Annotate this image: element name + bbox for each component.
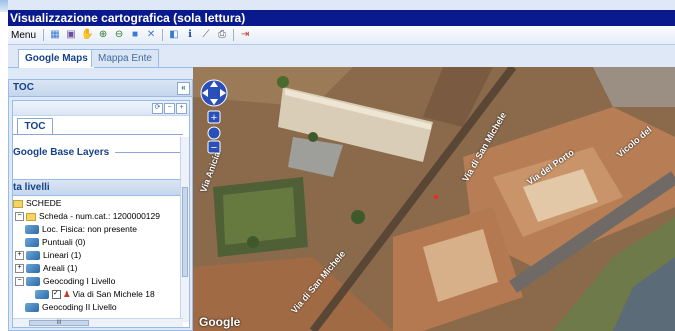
tree-node[interactable]: + Areali (1)	[13, 262, 183, 275]
zoom-in-icon[interactable]: ⊕	[97, 29, 109, 41]
inner-toolbar: ⟳ − +	[13, 101, 189, 116]
aerial-imagery	[193, 67, 675, 331]
tools-icon[interactable]: ✕	[145, 29, 157, 41]
expand-icon[interactable]: +	[15, 264, 24, 273]
toc-panel: TOC « ⟳ − + TOC Google Base Layers ta li…	[8, 79, 193, 331]
layer-list-header: ta livelli	[13, 179, 183, 196]
base-layers-heading[interactable]: Google Base Layers	[13, 147, 183, 158]
print-icon[interactable]: ⎙	[216, 29, 228, 41]
tree-node-label: Loc. Fisica: non presente	[42, 224, 137, 234]
toolbar-separator	[162, 29, 164, 41]
layer-checkbox[interactable]: ✓	[52, 290, 61, 299]
expand-icon[interactable]: +	[15, 251, 24, 260]
hand-pan-icon[interactable]: ✋	[81, 29, 93, 41]
map-navigation: + −	[199, 75, 229, 155]
layer-icon	[26, 277, 40, 286]
full-extent-icon[interactable]: ■	[129, 29, 141, 41]
add-icon[interactable]: +	[176, 103, 187, 114]
map-view[interactable]: + − Via di San Michele Via del Porto Vic…	[193, 67, 675, 331]
tree-node-label: SCHEDE	[26, 198, 62, 208]
collapse-icon[interactable]: −	[15, 212, 24, 221]
tree-node[interactable]: Loc. Fisica: non presente	[13, 223, 183, 236]
refresh-icon[interactable]: ⟳	[152, 103, 163, 114]
tree-node[interactable]: Geocoding II Livello	[13, 301, 183, 314]
tree-node-label: Puntuali (0)	[42, 237, 86, 247]
tab-mappa-ente[interactable]: Mappa Ente	[91, 49, 159, 67]
exit-icon[interactable]: ⇥	[239, 29, 251, 41]
tree-node-label: Areali (1)	[43, 263, 78, 273]
layer-icon	[26, 251, 40, 260]
tree-node-label: Via di San Michele 18	[72, 289, 155, 299]
svg-text:+: +	[211, 112, 217, 124]
tab-toc[interactable]: TOC	[17, 118, 53, 135]
menu-button[interactable]: Menu	[8, 30, 40, 41]
tree-node[interactable]: Puntuali (0)	[13, 236, 183, 249]
collapse-icon[interactable]: −	[15, 277, 24, 286]
zoom-out-icon[interactable]: ⊖	[113, 29, 125, 41]
pin-icon: ♟	[63, 289, 71, 299]
heading-rule	[115, 152, 183, 153]
google-logo: Google	[199, 315, 241, 329]
layers-icon[interactable]: ◧	[168, 29, 180, 41]
folder-icon	[26, 212, 36, 221]
tree-node-label: Lineari (1)	[43, 250, 82, 260]
layer-icon	[25, 238, 39, 247]
collapse-panel-icon[interactable]: «	[177, 82, 190, 95]
tree-node-label: Geocoding II Livello	[42, 302, 117, 312]
scrollbar-thumb[interactable]: III	[29, 320, 89, 326]
layer-icon	[35, 290, 49, 299]
toolbar: Menu ▦ ▣ ✋ ⊕ ⊖ ■ ✕ ◧ ℹ ⟋ ⎙ ⇥	[8, 26, 675, 45]
tree-node-label: Scheda - num.cat.: 1200000129	[39, 211, 160, 221]
measure-icon[interactable]: ⟋	[200, 29, 212, 41]
map-tabs: Google Maps Mappa Ente	[8, 45, 675, 68]
tree-node[interactable]: − Scheda - num.cat.: 1200000129	[13, 210, 183, 223]
base-layers-label: Google Base Layers	[13, 147, 110, 158]
horizontal-scrollbar[interactable]: III	[13, 318, 183, 327]
layer-icon	[25, 303, 39, 312]
scrollbar-thumb[interactable]	[182, 187, 188, 277]
folder-icon	[13, 199, 23, 208]
layer-icon	[26, 264, 40, 273]
toc-inner-panel: ⟳ − + TOC Google Base Layers ta livelli …	[12, 100, 190, 328]
tree-node[interactable]: SCHEDE	[13, 197, 183, 210]
tab-divider	[13, 134, 183, 135]
tab-google-maps[interactable]: Google Maps	[18, 49, 95, 68]
toc-title: TOC «	[9, 80, 192, 97]
toc-title-label: TOC	[13, 82, 34, 93]
minimize-icon[interactable]: −	[164, 103, 175, 114]
tree-node[interactable]: + Lineari (1)	[13, 249, 183, 262]
layer-tree: SCHEDE − Scheda - num.cat.: 1200000129 L…	[13, 197, 183, 314]
globe-icon[interactable]	[207, 126, 221, 140]
tree-node-label: Geocoding I Livello	[43, 276, 116, 286]
toolbar-separator	[43, 29, 45, 41]
toolbar-separator	[233, 29, 235, 41]
save-icon[interactable]: ▣	[65, 29, 77, 41]
layer-icon	[25, 225, 39, 234]
vertical-scrollbar[interactable]	[180, 137, 189, 322]
window-title: Visualizzazione cartografica (sola lettu…	[8, 10, 675, 26]
tree-node[interactable]: ✓ ♟ Via di San Michele 18	[13, 288, 183, 301]
info-icon[interactable]: ℹ	[184, 29, 196, 41]
chart-icon[interactable]: ▦	[49, 29, 61, 41]
tree-node[interactable]: − Geocoding I Livello	[13, 275, 183, 288]
